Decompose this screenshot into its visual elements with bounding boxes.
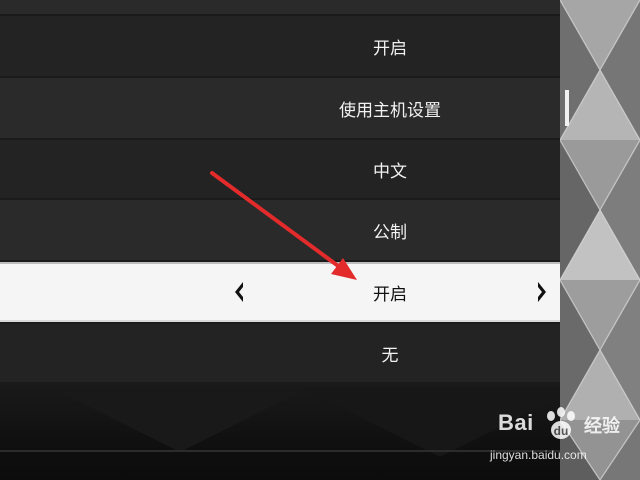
chevron-left-icon[interactable] [226,262,252,322]
menu-row-partial [0,0,560,14]
watermark-brand: Bai [498,410,534,435]
option-value: 使用主机设置 [339,100,441,121]
scrollbar-thumb[interactable] [565,90,569,126]
chevron-right-icon[interactable] [529,262,555,322]
option-value: 公制 [373,222,407,243]
settings-menu: 开启 使用主机设置 中文 公制 开启 无 [0,0,560,480]
menu-row-2[interactable]: 使用主机设置 [0,78,560,138]
baidu-jingyan-watermark: Bai du 经验 jingyan.baidu.com [488,402,638,472]
watermark-brand-suffix: 经验 [584,416,620,437]
background-panel [0,382,560,480]
menu-row-6[interactable]: 无 [0,324,560,382]
background-facet [60,392,300,452]
watermark-url: jingyan.baidu.com [490,448,587,462]
divider [0,450,560,452]
menu-row-1[interactable]: 开启 [0,16,560,76]
menu-row-4[interactable]: 公制 [0,200,560,260]
menu-row-5-selected[interactable]: 开启 [0,262,560,322]
svg-text:du: du [554,424,569,438]
option-value: 中文 [373,161,407,182]
option-value: 开启 [373,38,407,59]
option-value: 无 [381,345,399,366]
paw-icon: du [547,407,575,439]
option-value: 开启 [373,284,407,305]
menu-row-3[interactable]: 中文 [0,140,560,198]
